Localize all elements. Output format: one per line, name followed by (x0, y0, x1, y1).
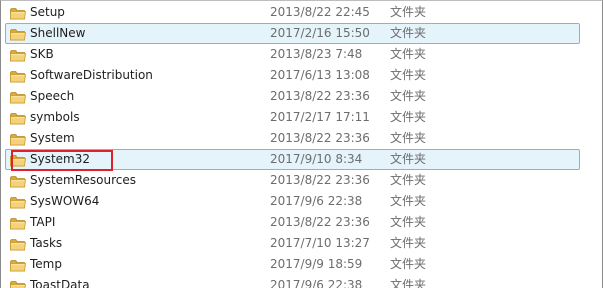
file-name[interactable]: Tasks (30, 233, 62, 254)
file-type: 文件夹 (390, 152, 427, 166)
file-row[interactable]: ToastData 2017/9/6 22:38 文件夹 (1, 275, 602, 288)
folder-icon (10, 132, 26, 146)
file-type: 文件夹 (390, 47, 427, 61)
folder-icon (10, 69, 26, 83)
file-name[interactable]: System32 (30, 149, 90, 170)
file-row[interactable]: Speech 2013/8/22 23:36 文件夹 (1, 86, 602, 107)
folder-icon (10, 258, 26, 272)
folder-icon (10, 6, 26, 20)
file-type: 文件夹 (390, 89, 427, 103)
modified-date: 2013/8/22 23:36 (270, 89, 370, 103)
folder-icon (10, 174, 26, 188)
file-type: 文件夹 (390, 26, 427, 40)
file-type: 文件夹 (390, 173, 427, 187)
file-name[interactable]: SKB (30, 44, 54, 65)
file-name[interactable]: Temp (30, 254, 62, 275)
file-row[interactable]: symbols 2017/2/17 17:11 文件夹 (1, 107, 602, 128)
file-type: 文件夹 (390, 236, 427, 250)
modified-date: 2013/8/22 22:45 (270, 5, 370, 19)
modified-date: 2017/9/10 8:34 (270, 152, 363, 166)
modified-date: 2017/2/17 17:11 (270, 110, 370, 124)
file-row[interactable]: Temp 2017/9/9 18:59 文件夹 (1, 254, 602, 275)
file-name[interactable]: ShellNew (30, 23, 85, 44)
file-name[interactable]: Speech (30, 86, 74, 107)
file-name[interactable]: SoftwareDistribution (30, 65, 153, 86)
file-type: 文件夹 (390, 278, 427, 288)
file-row[interactable]: System32 2017/9/10 8:34 文件夹 (1, 149, 602, 170)
file-name[interactable]: TAPI (30, 212, 55, 233)
file-name[interactable]: symbols (30, 107, 80, 128)
folder-icon (10, 237, 26, 251)
file-row[interactable]: Tasks 2017/7/10 13:27 文件夹 (1, 233, 602, 254)
file-row[interactable]: SoftwareDistribution 2017/6/13 13:08 文件夹 (1, 65, 602, 86)
folder-icon (10, 111, 26, 125)
folder-icon (10, 153, 26, 167)
file-name[interactable]: ToastData (30, 275, 90, 288)
file-row[interactable]: SysWOW64 2017/9/6 22:38 文件夹 (1, 191, 602, 212)
file-row[interactable]: SKB 2013/8/23 7:48 文件夹 (1, 44, 602, 65)
modified-date: 2017/7/10 13:27 (270, 236, 370, 250)
modified-date: 2017/9/9 18:59 (270, 257, 363, 271)
file-list: Setup 2013/8/22 22:45 文件夹 ShellNew 2017/2/16… (1, 2, 602, 288)
file-name[interactable]: SysWOW64 (30, 191, 99, 212)
modified-date: 2013/8/22 23:36 (270, 215, 370, 229)
folder-icon (10, 279, 26, 288)
folder-icon (10, 216, 26, 230)
modified-date: 2013/8/23 7:48 (270, 47, 363, 61)
file-type: 文件夹 (390, 194, 427, 208)
file-row[interactable]: System 2013/8/22 23:36 文件夹 (1, 128, 602, 149)
file-type: 文件夹 (390, 5, 427, 19)
folder-icon (10, 27, 26, 41)
file-type: 文件夹 (390, 131, 427, 145)
folder-icon (10, 195, 26, 209)
file-row[interactable]: ShellNew 2017/2/16 15:50 文件夹 (1, 23, 602, 44)
file-name[interactable]: System (30, 128, 75, 149)
file-type: 文件夹 (390, 257, 427, 271)
file-row[interactable]: TAPI 2013/8/22 23:36 文件夹 (1, 212, 602, 233)
file-row[interactable]: SystemResources 2013/8/22 23:36 文件夹 (1, 170, 602, 191)
modified-date: 2017/9/6 22:38 (270, 194, 363, 208)
modified-date: 2013/8/22 23:36 (270, 131, 370, 145)
file-name[interactable]: SystemResources (30, 170, 136, 191)
folder-icon (10, 48, 26, 62)
modified-date: 2017/2/16 15:50 (270, 26, 370, 40)
modified-date: 2017/9/6 22:38 (270, 278, 363, 288)
folder-icon (10, 90, 26, 104)
explorer-file-list-window: Setup 2013/8/22 22:45 文件夹 ShellNew 2017/2/16… (0, 0, 603, 288)
file-type: 文件夹 (390, 110, 427, 124)
file-type: 文件夹 (390, 68, 427, 82)
modified-date: 2017/6/13 13:08 (270, 68, 370, 82)
file-row[interactable]: Setup 2013/8/22 22:45 文件夹 (1, 2, 602, 23)
file-type: 文件夹 (390, 215, 427, 229)
modified-date: 2013/8/22 23:36 (270, 173, 370, 187)
file-name[interactable]: Setup (30, 2, 65, 23)
